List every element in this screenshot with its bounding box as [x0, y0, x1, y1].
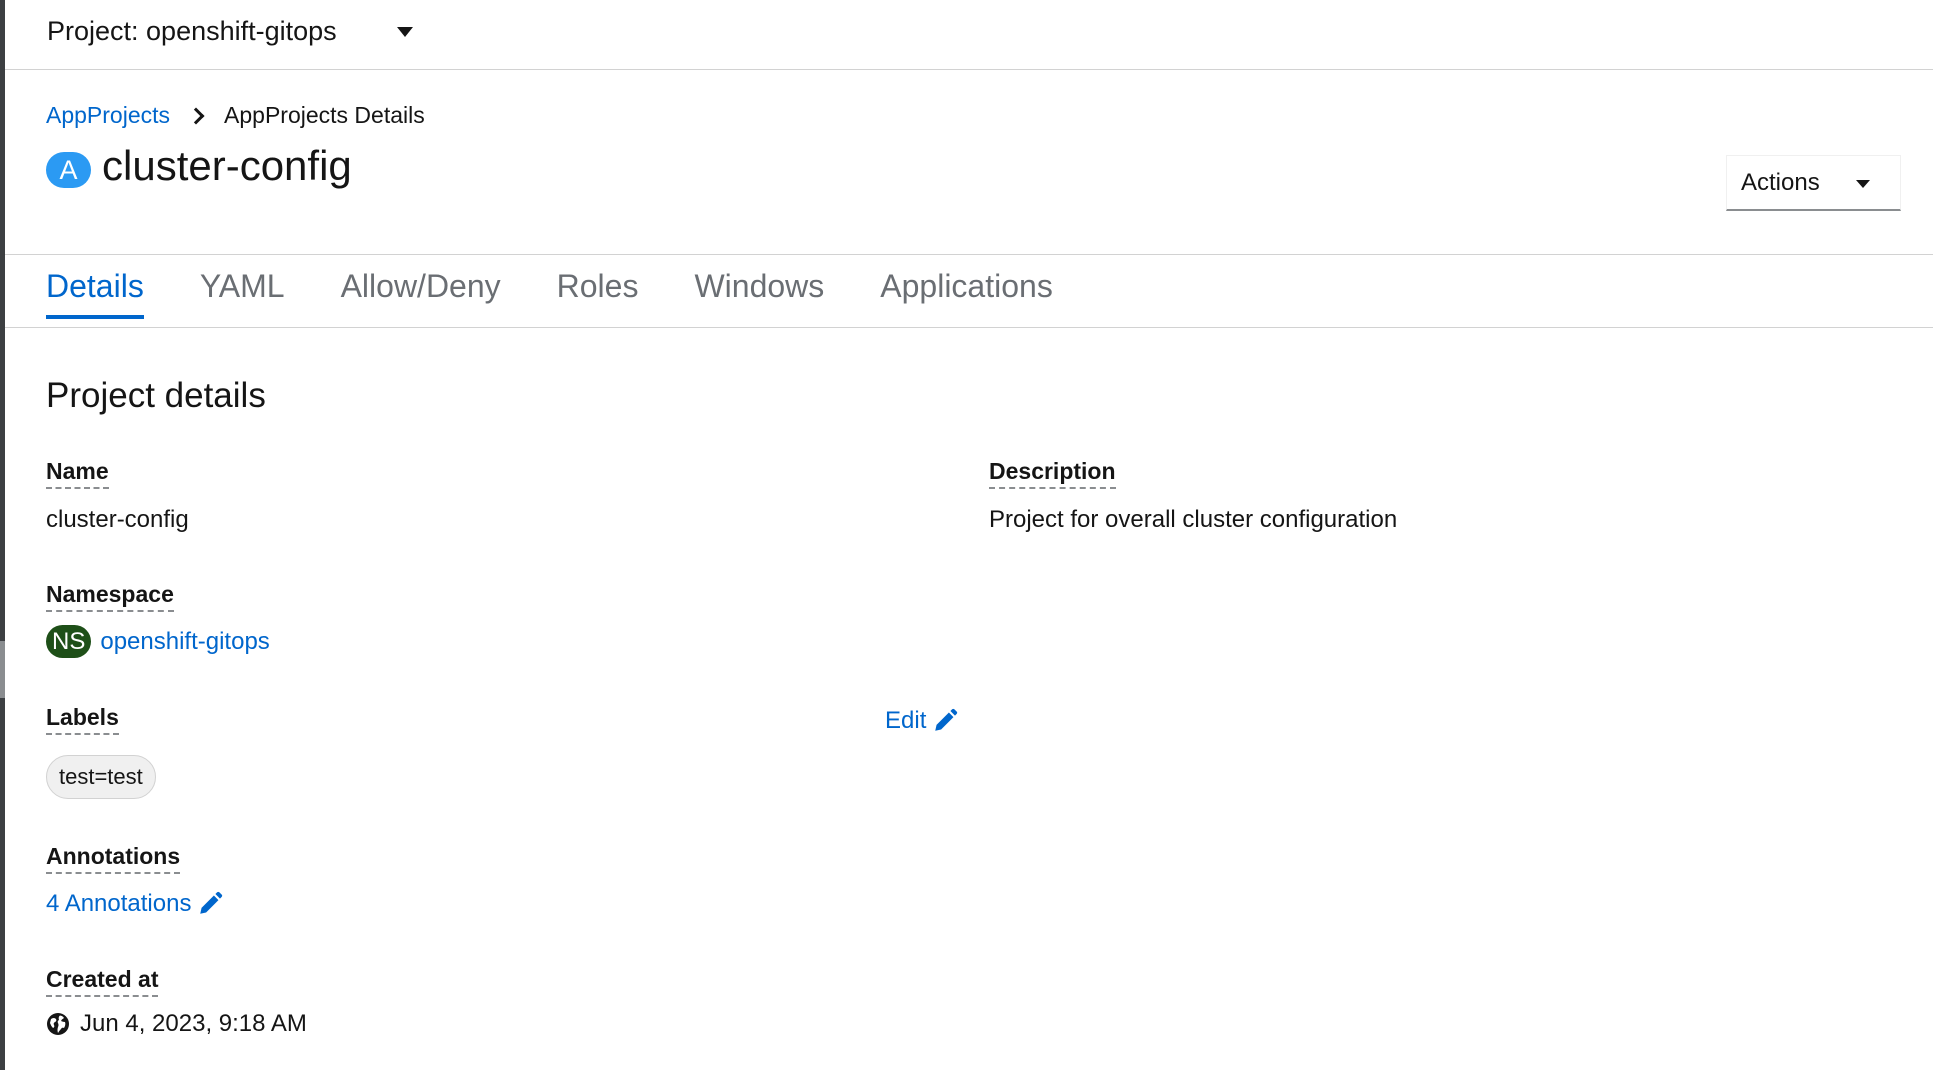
- project-bar: Project: openshift-gitops: [5, 0, 1933, 70]
- project-selector[interactable]: Project: openshift-gitops: [47, 16, 337, 47]
- edit-label: Edit: [885, 707, 927, 734]
- section-title: Project details: [46, 376, 266, 415]
- description-label: Description: [989, 458, 1116, 489]
- breadcrumb-link-appprojects[interactable]: AppProjects: [46, 102, 170, 129]
- caret-down-icon[interactable]: [397, 27, 413, 37]
- pencil-icon: [935, 708, 958, 731]
- created-at-value: Jun 4, 2023, 9:18 AM: [80, 1010, 307, 1037]
- page-heading: A cluster-config: [46, 142, 352, 190]
- namespace-row: NS openshift-gitops: [46, 625, 270, 658]
- annotations-edit-link[interactable]: 4 Annotations: [46, 890, 223, 918]
- namespace-link[interactable]: openshift-gitops: [100, 628, 269, 656]
- name-value: cluster-config: [46, 506, 189, 533]
- created-at-label: Created at: [46, 966, 159, 997]
- label-chip: test=test: [46, 755, 156, 799]
- tab-yaml[interactable]: YAML: [200, 268, 285, 319]
- globe-icon: [47, 1013, 69, 1035]
- pencil-icon: [200, 891, 223, 914]
- tab-bar: Details YAML Allow/Deny Roles Windows Ap…: [46, 268, 1109, 319]
- page-title: cluster-config: [102, 142, 352, 189]
- tab-roles[interactable]: Roles: [557, 268, 639, 319]
- labels-edit-button[interactable]: Edit: [885, 707, 958, 735]
- resource-badge: A: [46, 152, 91, 188]
- created-at-row: Jun 4, 2023, 9:18 AM: [46, 1010, 307, 1038]
- scrollbar-marker: [0, 641, 5, 698]
- description-value: Project for overall cluster configuratio…: [989, 506, 1398, 533]
- chevron-right-icon: [187, 107, 205, 124]
- actions-dropdown[interactable]: Actions: [1726, 155, 1901, 211]
- header-divider: [5, 254, 1933, 255]
- breadcrumb-current: AppProjects Details: [224, 102, 425, 128]
- tab-windows[interactable]: Windows: [694, 268, 824, 319]
- tab-applications[interactable]: Applications: [880, 268, 1053, 319]
- left-edge: [0, 0, 5, 1070]
- annotations-label: Annotations: [46, 843, 181, 874]
- caret-down-icon: [1856, 180, 1870, 188]
- tabs-divider: [5, 327, 1933, 328]
- namespace-badge: NS: [46, 625, 92, 658]
- namespace-label: Namespace: [46, 581, 174, 612]
- name-label: Name: [46, 458, 109, 489]
- actions-label: Actions: [1741, 168, 1820, 196]
- tab-allow-deny[interactable]: Allow/Deny: [341, 268, 501, 319]
- annotations-link: 4 Annotations: [46, 890, 192, 917]
- tab-details[interactable]: Details: [46, 268, 144, 319]
- breadcrumb: AppProjects AppProjects Details: [46, 102, 425, 129]
- labels-label: Labels: [46, 704, 119, 735]
